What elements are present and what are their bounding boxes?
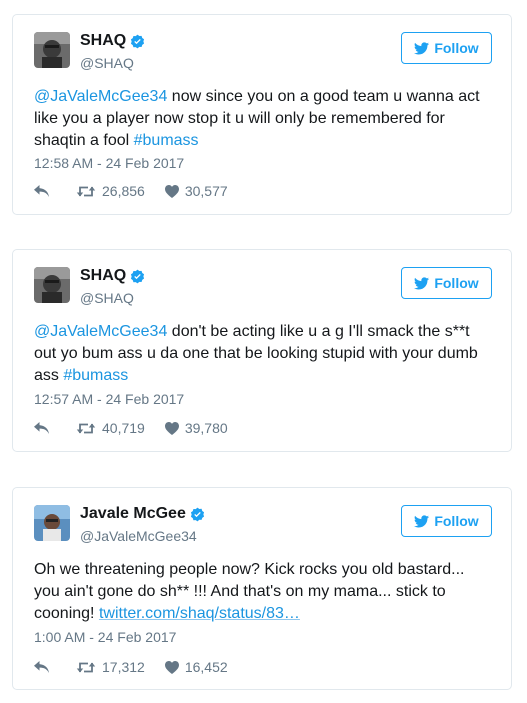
verified-badge-icon <box>131 34 145 48</box>
tweet-text: Oh we threatening people now? Kick rocks… <box>34 559 493 625</box>
reply-icon <box>34 661 49 673</box>
hashtag-link[interactable]: #bumass <box>134 132 199 149</box>
mention-link[interactable]: @JaValeMcGee34 <box>34 323 167 340</box>
user-handle[interactable]: @JaValeMcGee34 <box>80 528 197 544</box>
display-name[interactable]: Javale McGee <box>80 505 205 523</box>
tweet-card: SHAQ @SHAQ Follow @JaValeMcGee34 now sin… <box>12 14 512 215</box>
tweet-url-link[interactable]: twitter.com/shaq/status/83… <box>99 605 300 622</box>
reply-button[interactable] <box>34 422 50 434</box>
heart-icon <box>164 184 179 198</box>
display-name[interactable]: SHAQ <box>80 267 145 285</box>
retweet-icon <box>76 423 96 433</box>
user-handle[interactable]: @SHAQ <box>80 55 134 71</box>
reply-button[interactable] <box>34 185 50 197</box>
twitter-bird-icon <box>414 276 430 289</box>
display-name-text: SHAQ <box>80 32 127 49</box>
follow-button[interactable]: Follow <box>401 267 492 299</box>
retweet-count: 26,856 <box>102 183 145 199</box>
heart-icon <box>164 660 179 674</box>
display-name-text: SHAQ <box>80 267 127 284</box>
verified-badge-icon <box>190 507 204 521</box>
reply-icon <box>34 185 49 197</box>
follow-button[interactable]: Follow <box>401 505 492 537</box>
tweet-timestamp[interactable]: 12:58 AM - 24 Feb 2017 <box>34 155 184 171</box>
retweet-icon <box>76 662 96 672</box>
like-button[interactable]: 39,780 <box>164 420 228 436</box>
like-count: 30,577 <box>184 183 228 199</box>
retweet-count: 40,719 <box>102 420 145 436</box>
user-handle[interactable]: @SHAQ <box>80 290 134 306</box>
tweet-actions: 26,856 30,577 <box>34 183 228 199</box>
javale-avatar[interactable] <box>34 505 70 541</box>
mention-link[interactable]: @JaValeMcGee34 <box>34 88 167 105</box>
hashtag-link[interactable]: #bumass <box>63 367 128 384</box>
follow-label: Follow <box>434 275 479 291</box>
twitter-bird-icon <box>414 41 430 54</box>
tweet-text: @JaValeMcGee34 don't be acting like u a … <box>34 321 493 387</box>
twitter-bird-icon <box>414 514 430 527</box>
tweet-actions: 40,719 39,780 <box>34 420 228 436</box>
like-button[interactable]: 30,577 <box>164 183 228 199</box>
like-count: 16,452 <box>184 659 228 675</box>
retweet-icon <box>76 186 96 196</box>
tweet-timestamp[interactable]: 1:00 AM - 24 Feb 2017 <box>34 629 176 645</box>
shaq-avatar[interactable] <box>34 267 70 303</box>
reply-icon <box>34 422 49 434</box>
like-count: 39,780 <box>184 420 228 436</box>
tweet-actions: 17,312 16,452 <box>34 659 228 675</box>
follow-label: Follow <box>434 513 479 529</box>
follow-button[interactable]: Follow <box>401 32 492 64</box>
heart-icon <box>164 421 179 435</box>
tweet-card: SHAQ @SHAQ Follow @JaValeMcGee34 don't b… <box>12 249 512 452</box>
shaq-avatar[interactable] <box>34 32 70 68</box>
tweet-timestamp[interactable]: 12:57 AM - 24 Feb 2017 <box>34 391 184 407</box>
tweet-card: Javale McGee @JaValeMcGee34 Follow Oh we… <box>12 487 512 690</box>
display-name[interactable]: SHAQ <box>80 32 145 50</box>
retweet-count: 17,312 <box>102 659 145 675</box>
tweet-text: @JaValeMcGee34 now since you on a good t… <box>34 86 493 152</box>
verified-badge-icon <box>131 269 145 283</box>
retweet-button[interactable]: 26,856 <box>76 183 145 199</box>
follow-label: Follow <box>434 40 479 56</box>
like-button[interactable]: 16,452 <box>164 659 228 675</box>
display-name-text: Javale McGee <box>80 505 186 522</box>
retweet-button[interactable]: 17,312 <box>76 659 145 675</box>
reply-button[interactable] <box>34 661 50 673</box>
retweet-button[interactable]: 40,719 <box>76 420 145 436</box>
